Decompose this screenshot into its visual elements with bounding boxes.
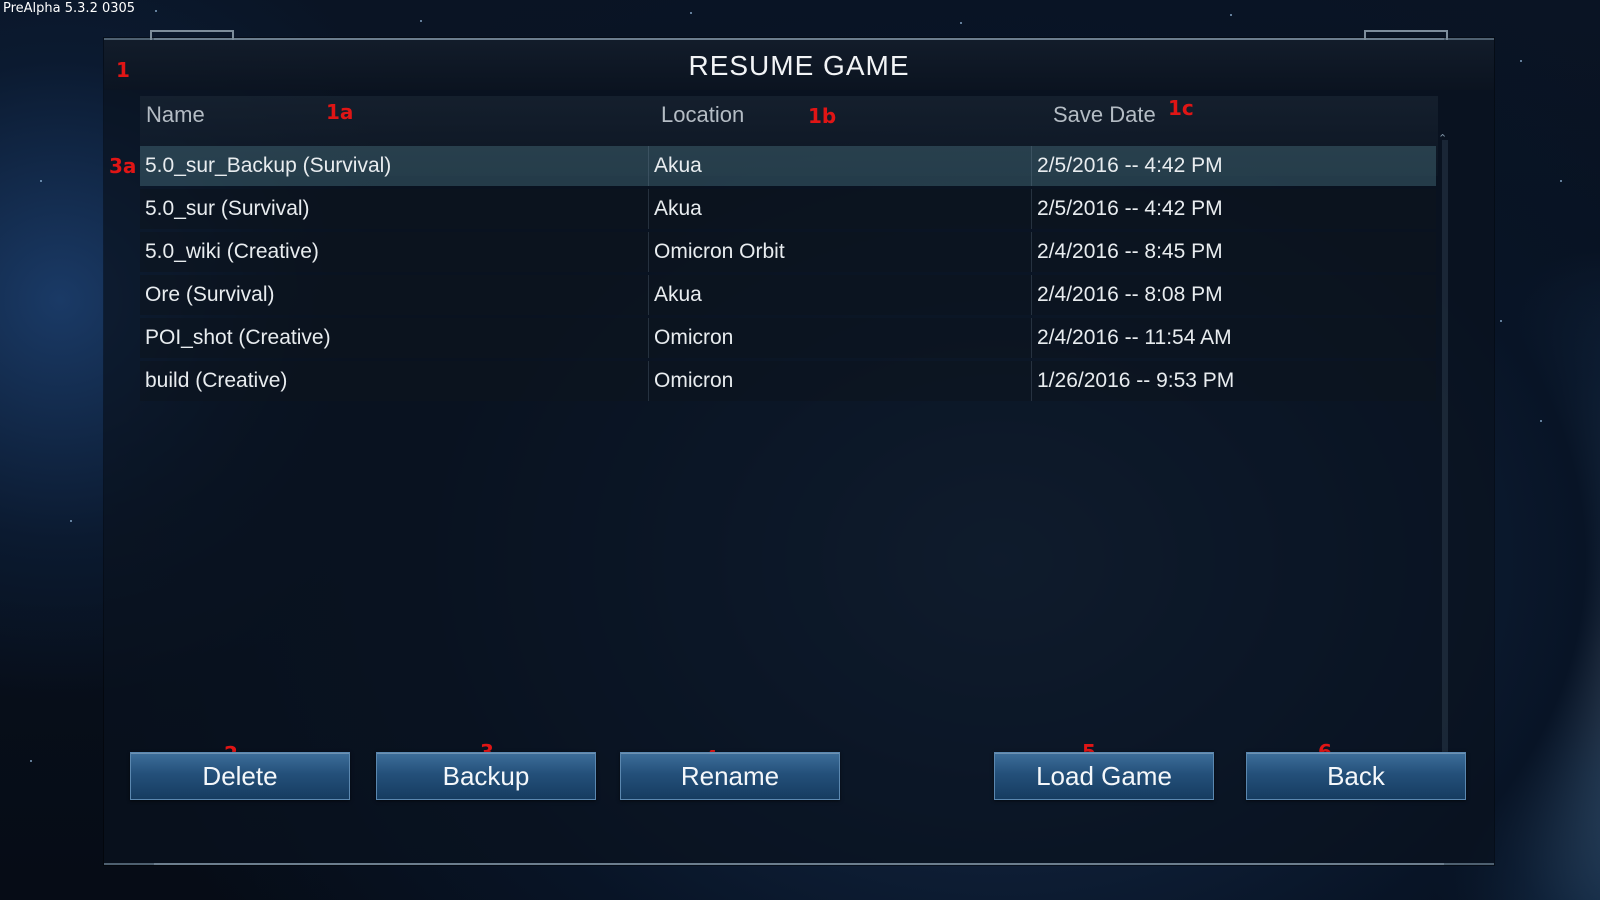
save-date: 2/4/2016 -- 8:08 PM: [1037, 283, 1223, 306]
save-list: 5.0_sur_Backup (Survival) Akua 2/5/2016 …: [140, 146, 1436, 404]
save-date: 2/4/2016 -- 8:45 PM: [1037, 240, 1223, 263]
column-divider: [1031, 318, 1032, 358]
star: [690, 12, 692, 14]
save-date: 2/5/2016 -- 4:42 PM: [1037, 154, 1223, 177]
column-header-save-date[interactable]: Save Date: [1053, 102, 1156, 128]
save-name: 5.0_sur_Backup (Survival): [145, 154, 392, 177]
star: [960, 22, 962, 24]
page-title: RESUME GAME: [688, 50, 910, 81]
table-row[interactable]: POI_shot (Creative) Omicron 2/4/2016 -- …: [140, 318, 1436, 358]
column-divider: [1031, 189, 1032, 229]
star: [1500, 320, 1502, 322]
back-button[interactable]: Back: [1246, 752, 1466, 800]
star: [1230, 14, 1232, 16]
annotation-label: 1a: [326, 100, 354, 124]
column-divider: [648, 232, 649, 272]
resume-game-panel: RESUME GAME 1 Name 1a Location 1b Save D…: [104, 30, 1494, 865]
star: [155, 10, 157, 12]
save-location: Omicron Orbit: [654, 240, 785, 263]
column-divider: [648, 146, 649, 186]
table-row[interactable]: 5.0_sur_Backup (Survival) Akua 2/5/2016 …: [140, 146, 1436, 186]
panel-notch: [1364, 30, 1448, 40]
column-divider: [648, 275, 649, 315]
column-divider: [648, 361, 649, 401]
delete-button[interactable]: Delete: [130, 752, 350, 800]
star: [1540, 420, 1542, 422]
column-divider: [1031, 275, 1032, 315]
game-screen: PreAlpha 5.3.2 0305 RESUME GAME 1 Name 1…: [0, 0, 1600, 900]
annotation-label: 1b: [808, 104, 837, 128]
version-label: PreAlpha 5.3.2 0305: [3, 1, 136, 16]
column-divider: [648, 189, 649, 229]
save-date: 2/5/2016 -- 4:42 PM: [1037, 197, 1223, 220]
table-row[interactable]: 5.0_sur (Survival) Akua 2/5/2016 -- 4:42…: [140, 189, 1436, 229]
rename-button[interactable]: Rename: [620, 752, 840, 800]
column-divider: [1031, 146, 1032, 186]
save-date: 1/26/2016 -- 9:53 PM: [1037, 369, 1235, 392]
save-location: Omicron: [654, 369, 734, 392]
scrollbar[interactable]: [1442, 140, 1448, 762]
star: [1560, 180, 1562, 182]
save-location: Akua: [654, 154, 702, 177]
save-name: build (Creative): [145, 369, 288, 392]
save-name: 5.0_sur (Survival): [145, 197, 310, 220]
star: [30, 760, 32, 762]
save-date: 2/4/2016 -- 11:54 AM: [1037, 326, 1232, 349]
column-divider: [1031, 232, 1032, 272]
save-location: Akua: [654, 283, 702, 306]
star: [1520, 60, 1522, 62]
column-divider: [1031, 361, 1032, 401]
title-bar: RESUME GAME: [104, 40, 1494, 90]
panel-notch: [150, 30, 234, 40]
star: [70, 520, 72, 522]
column-divider: [648, 318, 649, 358]
annotation-label: 1: [116, 58, 130, 82]
table-row[interactable]: Ore (Survival) Akua 2/4/2016 -- 8:08 PM: [140, 275, 1436, 315]
save-name: 5.0_wiki (Creative): [145, 240, 319, 263]
table-row[interactable]: build (Creative) Omicron 1/26/2016 -- 9:…: [140, 361, 1436, 401]
star: [420, 20, 422, 22]
load-game-button[interactable]: Load Game: [994, 752, 1214, 800]
backup-button[interactable]: Backup: [376, 752, 596, 800]
annotation-label: 3a: [109, 154, 137, 178]
save-name: Ore (Survival): [145, 283, 275, 306]
annotation-label: 1c: [1168, 96, 1194, 120]
column-header-name[interactable]: Name: [146, 102, 205, 128]
save-location: Akua: [654, 197, 702, 220]
save-location: Omicron: [654, 326, 734, 349]
star: [40, 180, 42, 182]
save-name: POI_shot (Creative): [145, 326, 331, 349]
column-header-location[interactable]: Location: [661, 102, 744, 128]
table-row[interactable]: 5.0_wiki (Creative) Omicron Orbit 2/4/20…: [140, 232, 1436, 272]
